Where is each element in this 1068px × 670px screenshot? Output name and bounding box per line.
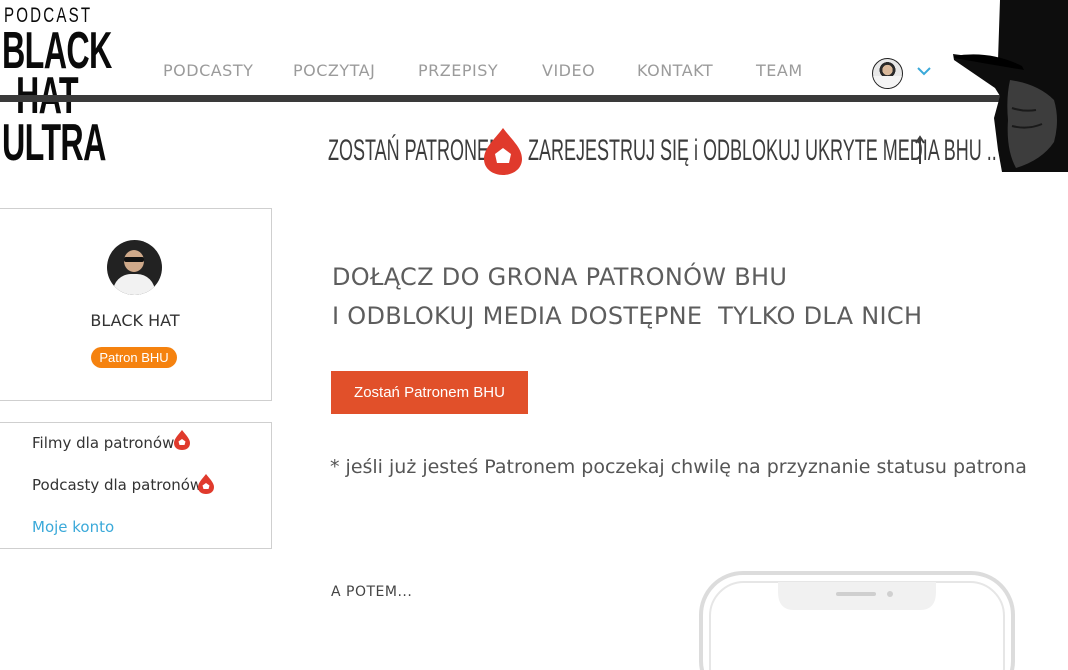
chevron-down-icon[interactable] bbox=[915, 62, 933, 80]
patron-status-note: * jeśli już jesteś Patronem poczekaj chw… bbox=[330, 456, 1027, 478]
patron-drop-icon bbox=[484, 128, 522, 175]
main-nav: PODCASTY POCZYTAJ PRZEPISY VIDEO KONTAKT… bbox=[0, 61, 900, 85]
nav-item-kontakt[interactable]: KONTAKT bbox=[637, 61, 713, 80]
nav-item-poczytaj[interactable]: POCZYTAJ bbox=[293, 61, 375, 80]
become-patron-button[interactable]: Zostań Patronem BHU bbox=[331, 371, 528, 414]
nav-item-video[interactable]: VIDEO bbox=[542, 61, 595, 80]
status-badge: Patron BHU bbox=[91, 347, 177, 368]
profile-card: BLACK HAT Patron BHU bbox=[0, 208, 272, 401]
menu-item-my-account[interactable]: Moje konto bbox=[32, 518, 114, 536]
section-label-next: A POTEM... bbox=[331, 584, 413, 600]
become-patron-banner[interactable]: ZOSTAŃ PATRONEM ZAREJESTRUJ SIĘ i ODBLOK… bbox=[328, 126, 997, 182]
arrow-up-icon bbox=[915, 135, 925, 164]
menu-item-films[interactable]: Filmy dla patronów bbox=[32, 434, 174, 452]
menu-item-podcasts[interactable]: Podcasty dla patronów bbox=[32, 476, 202, 494]
headline-line-1: DOŁĄCZ DO GRONA PATRONÓW BHU bbox=[332, 263, 788, 291]
nav-item-team[interactable]: TEAM bbox=[756, 61, 803, 80]
patron-drop-icon bbox=[198, 474, 214, 494]
site-logo[interactable]: PODCAST BLACK HAT ULTRA bbox=[2, 4, 112, 170]
nav-divider-bar bbox=[0, 95, 1010, 102]
patron-menu: Filmy dla patronów Podcasty dla patronów… bbox=[0, 422, 272, 549]
page-headline: DOŁĄCZ DO GRONA PATRONÓW BHU I ODBLOKUJ … bbox=[332, 258, 922, 336]
headline-line-2: I ODBLOKUJ MEDIA DOSTĘPNE TYLKO DLA NICH bbox=[332, 302, 923, 330]
nav-item-przepisy[interactable]: PRZEPISY bbox=[418, 61, 498, 80]
nav-item-podcasty[interactable]: PODCASTY bbox=[163, 61, 253, 80]
profile-name: BLACK HAT bbox=[90, 311, 180, 330]
banner-left-text: ZOSTAŃ PATRONEM bbox=[328, 134, 505, 167]
user-avatar[interactable] bbox=[872, 58, 903, 89]
logo-line-ultra: ULTRA bbox=[2, 114, 106, 172]
patron-drop-icon bbox=[174, 430, 190, 450]
banner-right-text: ZAREJESTRUJ SIĘ i ODBLOKUJ UKRYTE MEDIA … bbox=[528, 134, 997, 167]
profile-avatar[interactable] bbox=[107, 240, 162, 295]
phone-mockup bbox=[699, 571, 1015, 670]
